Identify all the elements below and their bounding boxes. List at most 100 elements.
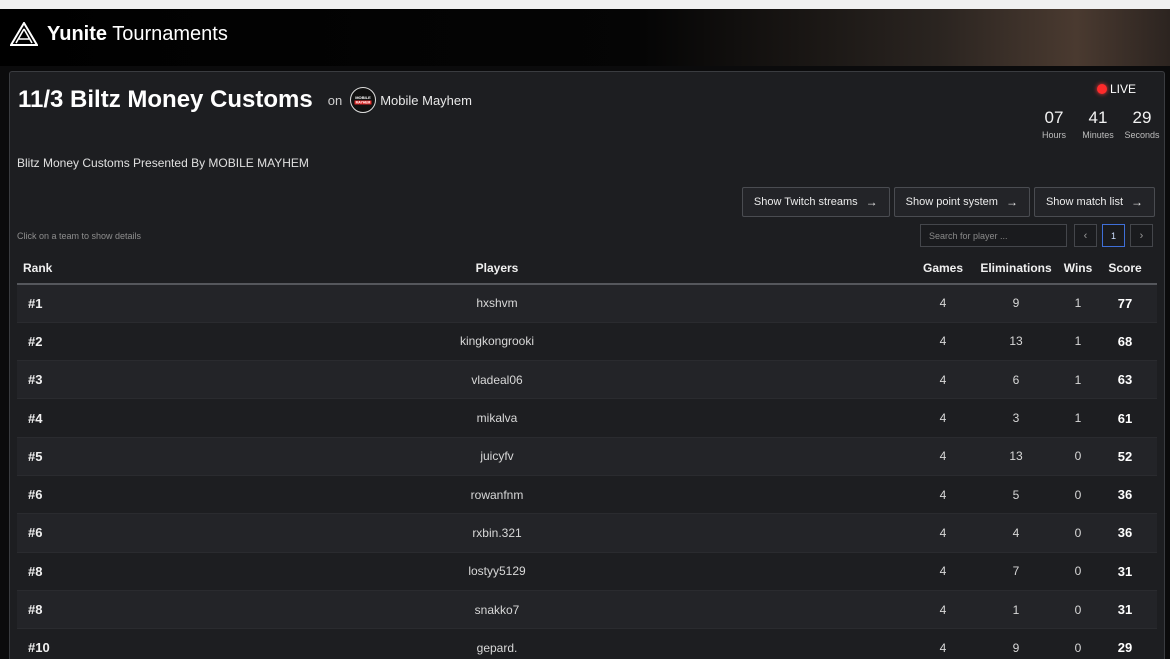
table-row[interactable]: #3 vladeal06 4 6 1 63: [17, 360, 1157, 399]
arrow-right-icon: →: [1131, 195, 1143, 209]
score-cell: 63: [1117, 372, 1133, 388]
player-cell: snakko7: [474, 602, 520, 617]
table-row[interactable]: #10 gepard. 4 9 0 29: [17, 628, 1157, 659]
table-row[interactable]: #1 hxshvm 4 9 1 77: [17, 284, 1157, 323]
games-cell: 4: [939, 487, 947, 502]
rank-cell: #3: [28, 372, 43, 388]
games-cell: 4: [939, 525, 947, 540]
table-row[interactable]: #6 rowanfnm 4 5 0 36: [17, 475, 1157, 514]
page-1-button[interactable]: 1: [1102, 224, 1125, 247]
table-row[interactable]: #8 snakko7 4 1 0 31: [17, 590, 1157, 629]
show-match-list-button[interactable]: Show match list →: [1033, 187, 1155, 217]
player-cell: gepard.: [476, 640, 518, 655]
brand-home-link[interactable]: Yunite Tournaments: [10, 22, 228, 46]
eliminations-cell: 4: [1012, 525, 1020, 540]
rank-cell: #8: [28, 602, 43, 618]
eliminations-cell: 9: [1012, 640, 1020, 655]
score-cell: 77: [1117, 295, 1133, 311]
wins-cell: 1: [1074, 372, 1082, 387]
action-buttons: Show Twitch streams → Show point system → …: [741, 187, 1155, 217]
next-page-button[interactable]: ›: [1130, 224, 1153, 247]
eliminations-column-header: Eliminations: [980, 260, 1052, 275]
games-cell: 4: [939, 334, 947, 349]
live-label: LIVE: [1109, 82, 1136, 96]
player-cell: hxshvm: [476, 296, 518, 311]
page-title: 11/3 Biltz Money Customs: [18, 86, 313, 113]
organizer-logo[interactable]: MOBILE MAYHEM: [350, 87, 377, 113]
arrow-right-icon: →: [865, 195, 878, 209]
score-cell: 61: [1117, 410, 1133, 426]
rank-cell: #6: [28, 487, 43, 503]
eliminations-cell: 13: [1009, 449, 1023, 464]
wins-cell: 1: [1074, 411, 1082, 426]
rank-cell: #10: [28, 640, 50, 656]
table-row[interactable]: #8 lostyy5129 4 7 0 31: [17, 552, 1157, 591]
eliminations-cell: 13: [1009, 334, 1023, 349]
score-cell: 31: [1117, 602, 1133, 618]
eliminations-cell: 1: [1012, 602, 1020, 617]
arrow-right-icon: →: [1005, 195, 1018, 209]
top-navbar: Yunite Tournaments: [0, 0, 1170, 66]
leaderboard-table: Rank Players Games Eliminations Wins Sco…: [17, 252, 1157, 659]
leaderboard-header: Rank Players Games Eliminations Wins Sco…: [17, 252, 1157, 284]
games-cell: 4: [939, 411, 947, 426]
show-point-system-button[interactable]: Show point system →: [893, 187, 1030, 217]
players-column-header: Players: [475, 260, 519, 275]
leaderboard-body: #1 hxshvm 4 9 1 77 #2 kingkongrooki 4 13…: [17, 284, 1157, 659]
rank-cell: #4: [28, 410, 43, 426]
eliminations-cell: 7: [1012, 564, 1020, 579]
table-row[interactable]: #5 juicyfv 4 13 0 52: [17, 437, 1157, 476]
rank-cell: #1: [28, 295, 43, 311]
eliminations-cell: 5: [1012, 487, 1020, 502]
wins-column-header: Wins: [1063, 260, 1093, 275]
wins-cell: 0: [1074, 602, 1082, 617]
wins-cell: 0: [1074, 449, 1082, 464]
wins-cell: 1: [1074, 334, 1082, 349]
player-cell: lostyy5129: [468, 564, 526, 579]
games-cell: 4: [939, 602, 947, 617]
score-column-header: Score: [1108, 260, 1142, 275]
score-cell: 68: [1117, 333, 1133, 349]
games-cell: 4: [939, 449, 947, 464]
svg-text:MAYHEM: MAYHEM: [356, 101, 371, 105]
wins-cell: 1: [1074, 296, 1082, 311]
countdown-seconds: 29 Seconds: [1124, 108, 1160, 140]
svg-text:MOBILE: MOBILE: [355, 95, 371, 100]
prev-page-button[interactable]: ‹: [1074, 224, 1097, 247]
table-row[interactable]: #4 mikalva 4 3 1 61: [17, 398, 1157, 438]
table-hint: Click on a team to show details: [17, 231, 142, 241]
player-cell: mikalva: [476, 411, 518, 426]
countdown-hours: 07 Hours: [1041, 108, 1066, 140]
games-cell: 4: [939, 296, 947, 311]
live-indicator: LIVE: [1096, 82, 1136, 96]
countdown-timer: 07 Hours 41 Minutes 29 Seconds: [1032, 108, 1164, 140]
show-twitch-streams-button[interactable]: Show Twitch streams →: [741, 187, 890, 217]
eliminations-cell: 3: [1012, 411, 1020, 426]
tournament-panel: 11/3 Biltz Money Customs on MOBILE MAYHE…: [9, 71, 1165, 659]
on-label: on: [327, 92, 343, 108]
games-cell: 4: [939, 640, 947, 655]
score-cell: 36: [1117, 487, 1133, 503]
organizer-name[interactable]: Mobile Mayhem: [380, 93, 472, 108]
rank-cell: #5: [28, 448, 43, 464]
rank-column-header: Rank: [23, 260, 53, 275]
rank-cell: #8: [28, 563, 43, 579]
pagination: ‹ 1 ›: [1074, 224, 1153, 247]
table-row[interactable]: #6 rxbin.321 4 4 0 36: [17, 513, 1157, 553]
table-row[interactable]: #2 kingkongrooki 4 13 1 68: [17, 322, 1157, 361]
yunite-logo-icon: [10, 22, 38, 46]
wins-cell: 0: [1074, 525, 1082, 540]
player-cell: juicyfv: [480, 449, 514, 464]
wins-cell: 0: [1074, 564, 1082, 579]
player-cell: rowanfnm: [470, 487, 524, 502]
rank-cell: #2: [28, 333, 43, 349]
score-cell: 36: [1117, 525, 1133, 541]
games-cell: 4: [939, 564, 947, 579]
live-dot-icon: [1096, 84, 1107, 94]
player-search-input[interactable]: [920, 224, 1067, 247]
mobile-mayhem-logo-icon: MOBILE MAYHEM: [352, 89, 375, 111]
rank-cell: #6: [28, 525, 43, 541]
games-column-header: Games: [922, 260, 964, 275]
wins-cell: 0: [1074, 640, 1082, 655]
wins-cell: 0: [1074, 487, 1082, 502]
